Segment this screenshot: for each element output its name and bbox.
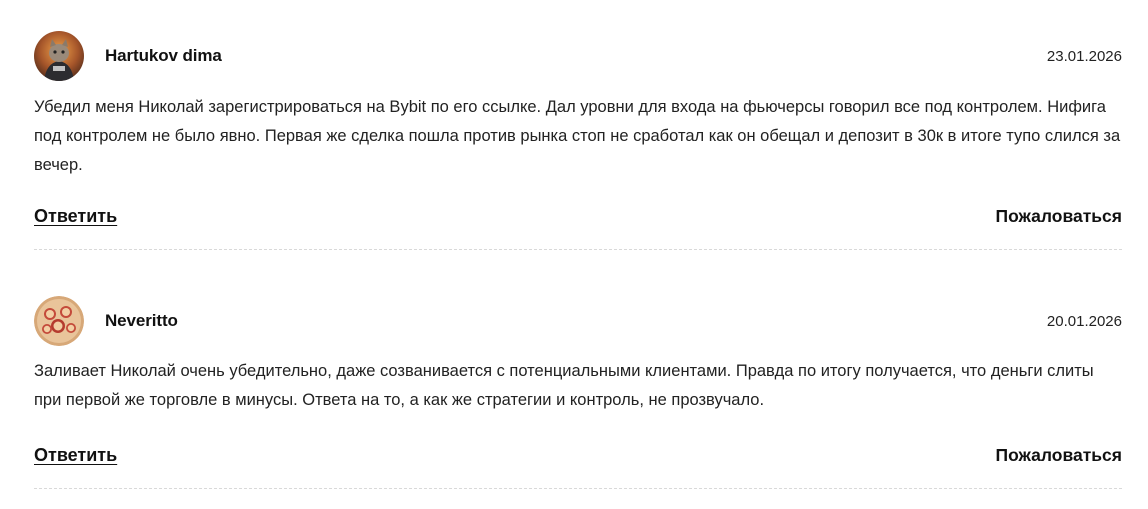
comment-date: 20.01.2026 — [1046, 312, 1122, 330]
comment-item: Neveritto 20.01.2026 Заливает Николай оч… — [34, 250, 1122, 489]
report-link[interactable]: Пожаловаться — [996, 445, 1123, 466]
reply-link[interactable]: Ответить — [34, 206, 117, 227]
group-photo-avatar-icon — [34, 296, 84, 346]
comments-list: Hartukov dima 23.01.2026 Убедил меня Ник… — [34, 0, 1122, 489]
comment-header: Hartukov dima 23.01.2026 — [34, 31, 1122, 81]
avatar — [34, 296, 84, 346]
comment-item: Hartukov dima 23.01.2026 Убедил меня Ник… — [34, 0, 1122, 250]
comment-text: Убедил меня Николай зарегистрироваться н… — [34, 98, 1121, 174]
comment-text: Заливает Николай очень убедительно, даже… — [34, 362, 1094, 409]
author-name: Hartukov dima — [105, 46, 222, 65]
author-name: Neveritto — [105, 311, 178, 330]
avatar — [34, 31, 84, 81]
comment-date: 23.01.2026 — [1046, 47, 1122, 65]
comment-header: Neveritto 20.01.2026 — [34, 296, 1122, 346]
reply-link[interactable]: Ответить — [34, 445, 117, 466]
comment-actions: Ответить Пожаловаться — [34, 206, 1122, 227]
comment-actions: Ответить Пожаловаться — [34, 445, 1122, 466]
report-link[interactable]: Пожаловаться — [996, 206, 1123, 227]
cat-avatar-icon — [34, 31, 84, 81]
